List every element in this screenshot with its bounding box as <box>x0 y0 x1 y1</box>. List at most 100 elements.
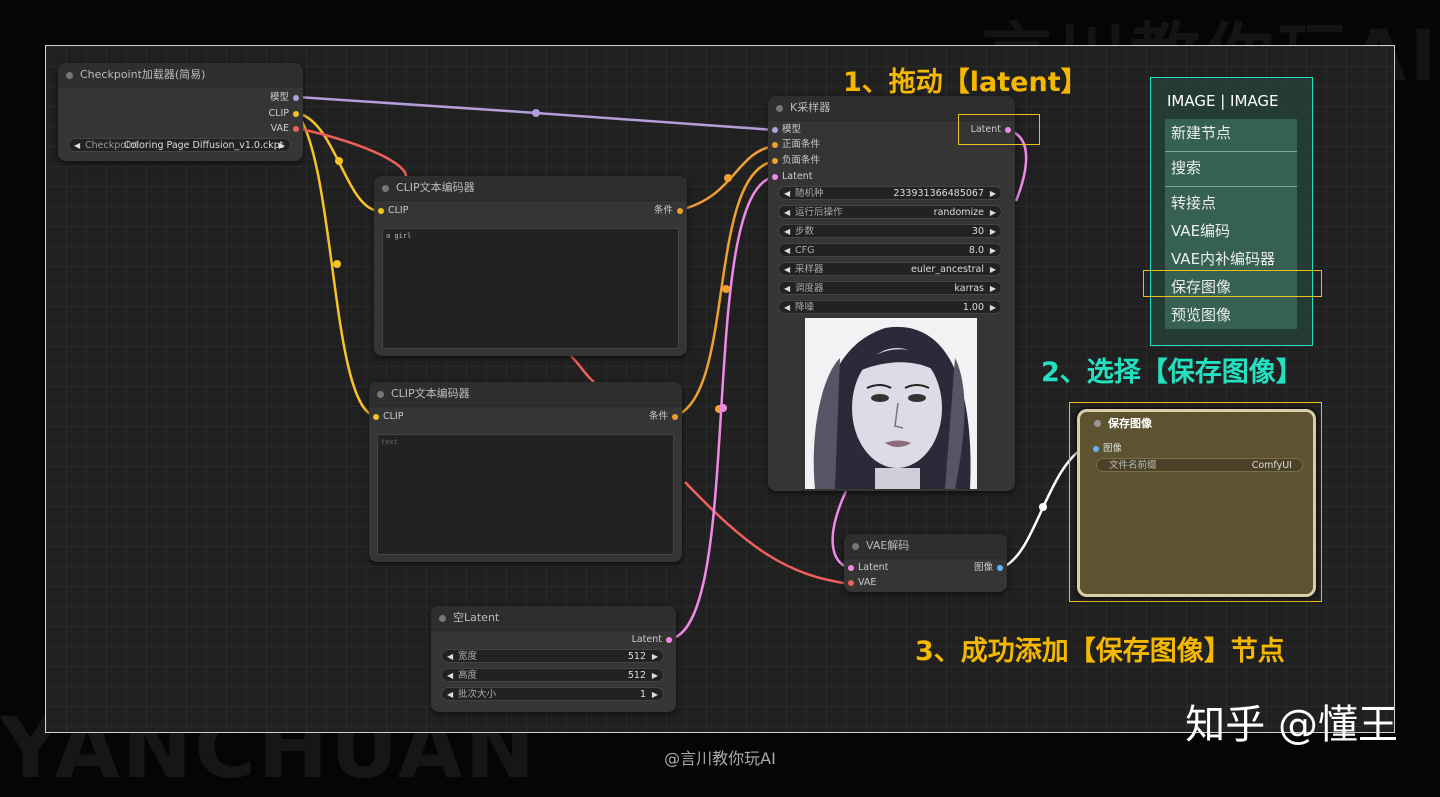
context-menu[interactable]: IMAGE | IMAGE 新建节点 搜索 转接点 VAE编码 VAE内补编码器… <box>1150 77 1313 346</box>
width-widget[interactable]: ◀ 宽度 512 ▶ <box>441 649 664 663</box>
wire-latent-dot <box>719 404 727 412</box>
output-latent[interactable]: Latent <box>632 633 672 647</box>
arrow-left-icon[interactable]: ◀ <box>784 263 790 277</box>
save-image-title: 保存图像 <box>1108 417 1152 430</box>
arrow-right-icon[interactable]: ▶ <box>652 650 658 664</box>
vae-decode-node[interactable]: VAE解码 Latent VAE 图像 <box>844 534 1007 592</box>
input-label: CLIP <box>383 411 404 422</box>
widget-value: 30 <box>971 226 984 237</box>
input-positive[interactable]: 正面条件 <box>772 138 820 152</box>
output-conditioning[interactable]: 条件 <box>649 410 678 424</box>
widget-value: 1.00 <box>962 302 984 313</box>
arrow-left-icon[interactable]: ◀ <box>784 244 790 258</box>
arrow-right-icon[interactable]: ▶ <box>990 263 996 277</box>
output-model[interactable]: 模型 <box>270 91 299 105</box>
output-conditioning[interactable]: 条件 <box>654 204 683 218</box>
node-canvas[interactable]: Checkpoint加载器(简易) 模型 CLIP VAE ◀ Checkpoi… <box>45 45 1395 733</box>
steps-widget[interactable]: ◀ 步数 30 ▶ <box>778 224 1002 238</box>
clip-text-encode-node-negative[interactable]: CLIP文本编码器 CLIP 条件 text <box>369 382 682 562</box>
arrow-right-icon[interactable]: ▶ <box>652 669 658 683</box>
widget-value: ComfyUI <box>1251 460 1292 471</box>
input-negative[interactable]: 负面条件 <box>772 154 820 168</box>
output-vae[interactable]: VAE <box>271 122 299 136</box>
arrow-right-icon[interactable]: ▶ <box>990 206 996 220</box>
node-collapse-dot[interactable] <box>377 391 384 398</box>
clip-text-encode-node-positive[interactable]: CLIP文本编码器 CLIP 条件 a girl <box>374 176 687 356</box>
arrow-right-icon[interactable]: ▶ <box>990 225 996 239</box>
node-title[interactable]: Checkpoint加载器(简易) <box>58 63 303 88</box>
output-label: 图像 <box>973 562 993 573</box>
seed-widget[interactable]: ◀ 随机种 233931366485067 ▶ <box>778 186 1002 200</box>
menu-item-reroute[interactable]: 转接点 <box>1165 189 1297 217</box>
menu-item-new-node[interactable]: 新建节点 <box>1165 119 1297 147</box>
output-clip[interactable]: CLIP <box>269 107 299 121</box>
output-image[interactable]: 图像 <box>974 561 1003 575</box>
menu-item-vae-encode[interactable]: VAE编码 <box>1165 217 1297 245</box>
node-collapse-dot[interactable] <box>1094 420 1101 427</box>
ksampler-node[interactable]: K采样器 模型 正面条件 负面条件 Latent Latent ◀ 随机种 2339… <box>768 96 1015 491</box>
widget-label: 调度器 <box>795 283 824 294</box>
arrow-left-icon[interactable]: ◀ <box>447 650 453 664</box>
prompt-textarea[interactable]: a girl <box>382 228 679 349</box>
menu-item-search[interactable]: 搜索 <box>1165 154 1297 182</box>
menu-item-vae-inpaint[interactable]: VAE内补编码器 <box>1165 245 1297 273</box>
input-image[interactable]: 图像 <box>1093 442 1122 456</box>
widget-value: randomize <box>933 207 984 218</box>
portrait-illustration <box>813 326 971 489</box>
arrow-left-icon[interactable]: ◀ <box>784 187 790 201</box>
wire-cond-neg-dot <box>722 285 730 293</box>
input-label: CLIP <box>388 205 409 216</box>
widget-value: 1 <box>639 689 646 700</box>
arrow-left-icon[interactable]: ◀ <box>447 688 453 702</box>
node-title[interactable]: 保存图像 <box>1080 412 1313 436</box>
context-menu-items: 新建节点 搜索 转接点 VAE编码 VAE内补编码器 保存图像 预览图像 <box>1165 119 1297 329</box>
arrow-left-icon[interactable]: ◀ <box>74 139 80 153</box>
latent-output-highlight <box>958 114 1040 145</box>
arrow-left-icon[interactable]: ◀ <box>784 301 790 315</box>
arrow-left-icon[interactable]: ◀ <box>447 669 453 683</box>
node-title[interactable]: CLIP文本编码器 <box>369 382 682 407</box>
node-title[interactable]: CLIP文本编码器 <box>374 176 687 201</box>
arrow-left-icon[interactable]: ◀ <box>784 225 790 239</box>
arrow-right-icon[interactable]: ▶ <box>990 187 996 201</box>
input-model[interactable]: 模型 <box>772 123 801 137</box>
node-collapse-dot[interactable] <box>439 615 446 622</box>
footer-credit: @言川教你玩AI <box>664 749 776 768</box>
node-title[interactable]: VAE解码 <box>844 534 1007 559</box>
ckpt-name-combo[interactable]: ◀ Checkpoint Coloring Page Diffusion_v1.… <box>68 138 291 152</box>
zhihu-watermark: 知乎 @懂王 <box>1185 702 1398 748</box>
node-title[interactable]: 空Latent <box>431 606 676 631</box>
save-image-node[interactable]: 保存图像 图像 文件名前缀 ComfyUI <box>1077 409 1316 597</box>
node-collapse-dot[interactable] <box>382 185 389 192</box>
checkpoint-loader-node[interactable]: Checkpoint加载器(简易) 模型 CLIP VAE ◀ Checkpoi… <box>58 63 303 161</box>
arrow-right-icon[interactable]: ▶ <box>990 282 996 296</box>
node-collapse-dot[interactable] <box>776 105 783 112</box>
input-latent[interactable]: Latent <box>848 561 888 575</box>
node-collapse-dot[interactable] <box>852 543 859 550</box>
sampler-widget[interactable]: ◀ 采样器 euler_ancestral ▶ <box>778 262 1002 276</box>
filename-prefix-widget[interactable]: 文件名前缀 ComfyUI <box>1096 458 1303 472</box>
arrow-right-icon[interactable]: ▶ <box>990 301 996 315</box>
control-after-generate-widget[interactable]: ◀ 运行后操作 randomize ▶ <box>778 205 1002 219</box>
prompt-textarea[interactable]: text <box>377 434 674 555</box>
scheduler-widget[interactable]: ◀ 调度器 karras ▶ <box>778 281 1002 295</box>
widget-value: 233931366485067 <box>893 188 984 199</box>
arrow-left-icon[interactable]: ◀ <box>784 206 790 220</box>
input-latent[interactable]: Latent <box>772 170 812 184</box>
arrow-right-icon[interactable]: ▶ <box>652 688 658 702</box>
widget-value: karras <box>954 283 984 294</box>
empty-latent-node[interactable]: 空Latent Latent ◀ 宽度 512 ▶ ◀ 高度 512 ▶ ◀ 批次大小 1 ▶ <box>431 606 676 712</box>
input-clip[interactable]: CLIP <box>378 204 408 218</box>
input-clip[interactable]: CLIP <box>373 410 403 424</box>
menu-item-preview-image[interactable]: 预览图像 <box>1165 301 1297 329</box>
denoise-widget[interactable]: ◀ 降噪 1.00 ▶ <box>778 300 1002 314</box>
arrow-left-icon[interactable]: ◀ <box>784 282 790 296</box>
node-collapse-dot[interactable] <box>66 72 73 79</box>
input-vae[interactable]: VAE <box>848 576 876 590</box>
arrow-right-icon[interactable]: ▶ <box>279 139 285 153</box>
height-widget[interactable]: ◀ 高度 512 ▶ <box>441 668 664 682</box>
cfg-widget[interactable]: ◀ CFG 8.0 ▶ <box>778 243 1002 257</box>
widget-label: 降噪 <box>795 302 815 313</box>
arrow-right-icon[interactable]: ▶ <box>990 244 996 258</box>
batch-size-widget[interactable]: ◀ 批次大小 1 ▶ <box>441 687 664 701</box>
